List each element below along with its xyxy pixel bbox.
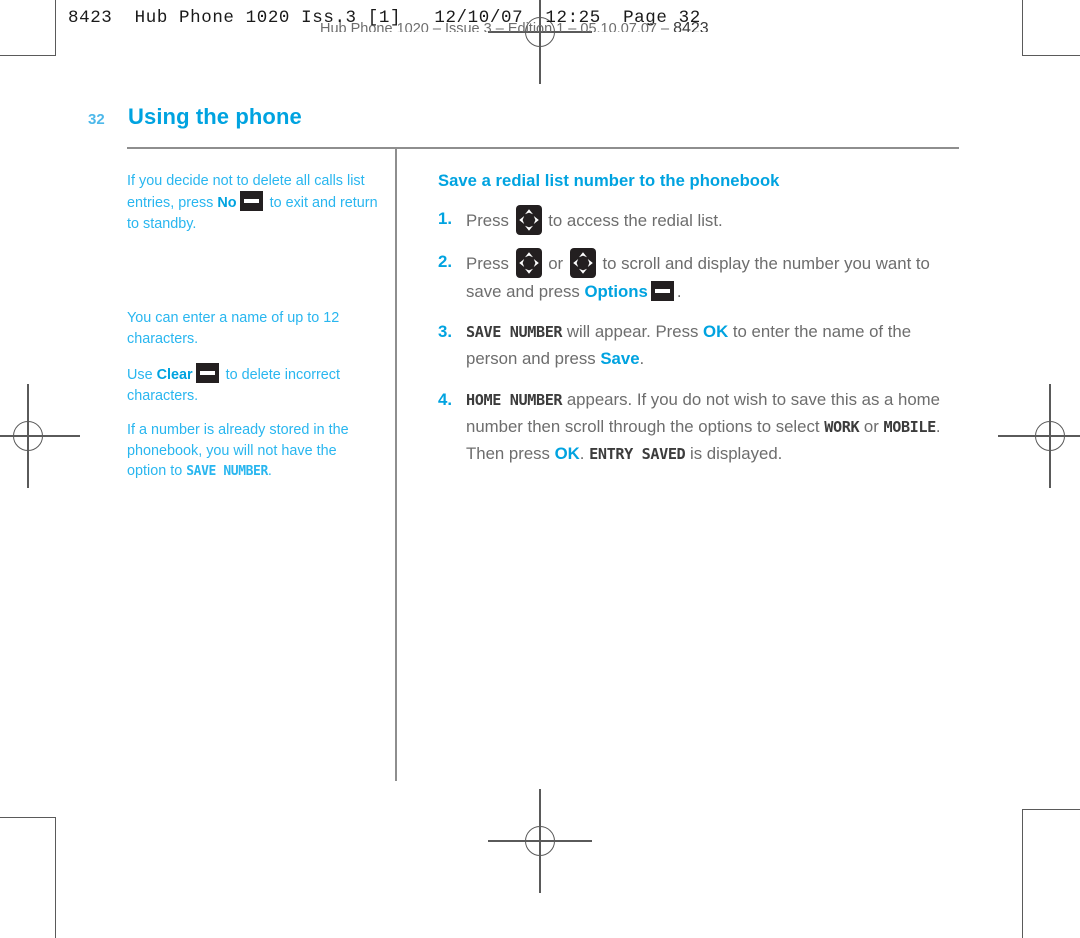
emphasis-label: OK xyxy=(554,444,580,464)
section-title: Save a redial list number to the phonebo… xyxy=(438,171,780,190)
emphasis-label: No xyxy=(217,195,237,212)
step-text: Press to access the redial list. xyxy=(466,205,958,235)
emphasis-label: OK xyxy=(703,322,729,342)
softkey-icon xyxy=(195,363,219,384)
nav-key-icon xyxy=(515,248,542,278)
manual-page: 32 Using the phone If you decide not to … xyxy=(0,0,1080,873)
step-number: 2. xyxy=(438,252,452,271)
note-clear-characters: Use Clear to delete incorrect characters… xyxy=(127,363,379,406)
procedure-step: 1. Press to access the redial list. xyxy=(438,205,958,235)
nav-key-icon xyxy=(569,248,596,278)
display-text: HOME NUMBER xyxy=(466,390,563,409)
procedure-step: 2. Press or to scroll and display the num… xyxy=(438,248,958,305)
display-text: MOBILE xyxy=(883,417,936,436)
emphasis-label: Save xyxy=(600,349,640,369)
horizontal-rule xyxy=(127,147,959,150)
column-divider-rule xyxy=(395,149,397,781)
display-text: SAVE NUMBER xyxy=(186,464,268,480)
emphasis-label: Options xyxy=(584,282,648,301)
step-number: 4. xyxy=(438,389,452,409)
page-header: 32 Using the phone xyxy=(88,104,968,130)
main-column: Save a redial list number to the phonebo… xyxy=(438,171,958,480)
step-text: HOME NUMBER appears. If you do not wish … xyxy=(466,389,941,464)
procedure-step: 4. HOME NUMBER appears. If you do not wis… xyxy=(438,386,958,468)
nav-key-icon xyxy=(515,205,542,235)
display-text: SAVE NUMBER xyxy=(466,323,563,342)
page-folio: 32 xyxy=(88,111,105,128)
chapter-title: Using the phone xyxy=(128,104,302,129)
step-number: 1. xyxy=(438,209,452,228)
softkey-icon xyxy=(239,191,263,212)
emphasis-label: Clear xyxy=(156,367,193,384)
display-text: ENTRY SAVED xyxy=(589,445,686,464)
step-text: Press or to scroll and display the numbe… xyxy=(466,248,958,305)
procedure-steps: 1. Press to access the redial list. 2. Pres… xyxy=(438,205,958,467)
display-text: WORK xyxy=(824,417,860,436)
step-text: SAVE NUMBER will appear. Press OK to ent… xyxy=(466,322,912,369)
note-name-length: You can enter a name of up to 12 charact… xyxy=(127,310,340,347)
sidebar-notes: If you decide not to delete all calls li… xyxy=(127,171,379,482)
note-delete-calls-list: If you decide not to delete all calls li… xyxy=(127,173,378,232)
procedure-step: 3. SAVE NUMBER will appear. Press OK to e… xyxy=(438,318,958,372)
softkey-icon xyxy=(650,281,674,301)
step-number: 3. xyxy=(438,322,452,342)
note-already-stored: If a number is already stored in the pho… xyxy=(127,422,349,480)
